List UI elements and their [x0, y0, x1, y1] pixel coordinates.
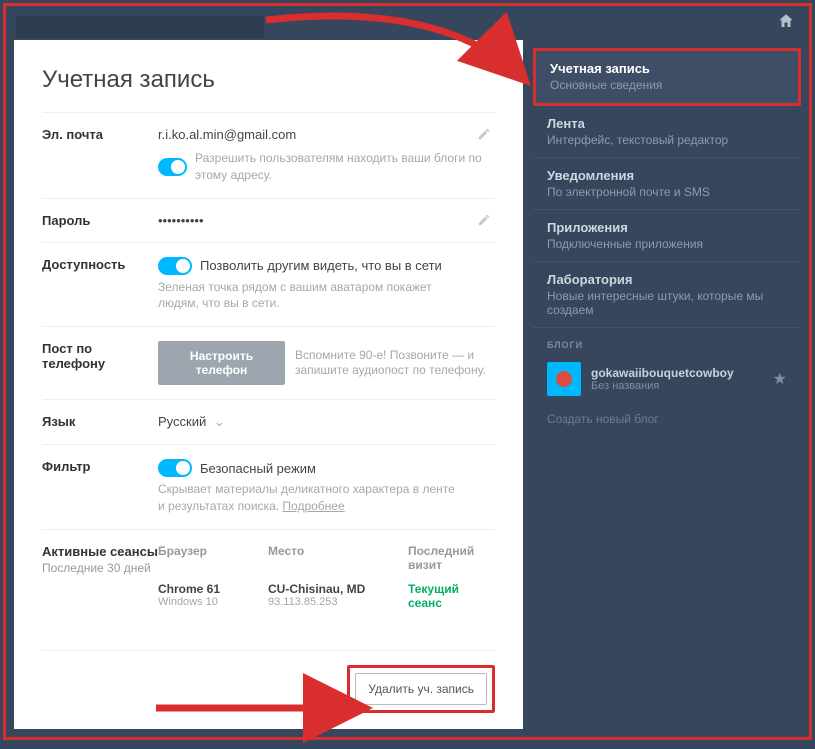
chevron-down-icon: ⌄ [214, 414, 225, 429]
session-ip: 93.113.85.253 [268, 596, 408, 608]
language-label: Язык [42, 414, 158, 430]
language-select[interactable]: Русский ⌄ [158, 414, 225, 429]
nav-labs-title: Лаборатория [547, 272, 787, 287]
sessions-sublabel: Последние 30 дней [42, 561, 158, 575]
filter-more-link[interactable]: Подробнее [282, 499, 344, 513]
nav-dashboard[interactable]: Лента Интерфейс, текстовый редактор [533, 106, 801, 158]
availability-hint: Зеленая точка рядом с вашим аватаром пок… [158, 279, 458, 313]
nav-account-desc: Основные сведения [550, 78, 784, 92]
create-blog-link[interactable]: Создать новый блог [533, 402, 801, 436]
phone-post-label: Пост по телефону [42, 341, 158, 385]
email-control: r.i.ko.al.min@gmail.com Разрешить пользо… [158, 127, 495, 184]
sessions-col-browser: Браузер [158, 544, 268, 572]
language-value: Русский [158, 414, 206, 429]
blog-subtitle: Без названия [591, 380, 734, 392]
blog-item[interactable]: gokawaiibouquetcowboy Без названия ★ [533, 356, 801, 402]
configure-phone-button[interactable]: Настроить телефон [158, 341, 285, 385]
delete-account-button[interactable]: Удалить уч. запись [355, 673, 487, 705]
email-value: r.i.ko.al.min@gmail.com [158, 127, 495, 142]
delete-highlight: Удалить уч. запись [347, 665, 495, 713]
edit-email-icon[interactable] [477, 127, 491, 141]
blogs-header: БЛОГИ [533, 328, 801, 356]
phone-post-hint: Вспомните 90-е! Позвоните — и запишите а… [295, 348, 495, 379]
row-language: Язык Русский ⌄ [42, 399, 495, 444]
session-last: Текущий сеанс [408, 582, 495, 610]
row-password: Пароль •••••••••• [42, 198, 495, 242]
session-place: CU-Chisinau, MD [268, 582, 408, 596]
email-toggle-hint: Разрешить пользователям находить ваши бл… [195, 150, 495, 184]
top-bar [6, 6, 809, 40]
filter-toggle-label: Безопасный режим [200, 461, 316, 476]
settings-sidebar: Учетная запись Основные сведения Лента И… [533, 40, 801, 729]
password-label: Пароль [42, 213, 158, 228]
sessions-label: Активные сеансы Последние 30 дней [42, 544, 158, 610]
star-icon[interactable]: ★ [773, 369, 787, 389]
sessions-col-last: Последний визит [408, 544, 495, 572]
session-browser: Chrome 61 [158, 582, 268, 596]
row-phone-post: Пост по телефону Настроить телефон Вспом… [42, 326, 495, 399]
nav-apps-title: Приложения [547, 220, 787, 235]
row-email: Эл. почта r.i.ko.al.min@gmail.com Разреш… [42, 112, 495, 198]
address-area [16, 16, 264, 38]
edit-password-icon[interactable] [477, 213, 491, 227]
settings-card: Учетная запись Эл. почта r.i.ko.al.min@g… [14, 40, 523, 729]
nav-apps[interactable]: Приложения Подключенные приложения [533, 210, 801, 262]
nav-account-title: Учетная запись [550, 61, 784, 76]
session-row: Chrome 61 Windows 10 CU-Chisinau, MD 93.… [158, 582, 495, 610]
availability-toggle-label: Позволить другим видеть, что вы в сети [200, 258, 442, 273]
email-label: Эл. почта [42, 127, 158, 184]
row-availability: Доступность Позволить другим видеть, что… [42, 242, 495, 327]
nav-dashboard-desc: Интерфейс, текстовый редактор [547, 133, 787, 147]
nav-account[interactable]: Учетная запись Основные сведения [536, 51, 798, 103]
email-discoverable-toggle[interactable] [158, 158, 187, 176]
nav-active-highlight: Учетная запись Основные сведения [533, 48, 801, 106]
nav-dashboard-title: Лента [547, 116, 787, 131]
session-os: Windows 10 [158, 596, 268, 608]
blog-name: gokawaiibouquetcowboy [591, 366, 734, 380]
nav-labs-desc: Новые интересные штуки, которые мы созда… [547, 289, 787, 317]
filter-hint: Скрывает материалы деликатного характера… [158, 481, 458, 515]
sessions-label-text: Активные сеансы [42, 544, 158, 559]
nav-labs[interactable]: Лаборатория Новые интересные штуки, кото… [533, 262, 801, 328]
row-sessions: Активные сеансы Последние 30 дней Браузе… [42, 529, 495, 624]
availability-label: Доступность [42, 257, 158, 313]
password-value: •••••••••• [158, 213, 495, 228]
nav-notifications-desc: По электронной почте и SMS [547, 185, 787, 199]
nav-notifications[interactable]: Уведомления По электронной почте и SMS [533, 158, 801, 210]
filter-label: Фильтр [42, 459, 158, 515]
safe-mode-toggle[interactable] [158, 459, 192, 477]
page-title: Учетная запись [42, 66, 495, 94]
sessions-col-place: Место [268, 544, 408, 572]
card-footer: Удалить уч. запись [42, 650, 495, 713]
nav-notifications-title: Уведомления [547, 168, 787, 183]
availability-toggle[interactable] [158, 257, 192, 275]
nav-apps-desc: Подключенные приложения [547, 237, 787, 251]
row-filter: Фильтр Безопасный режим Скрывает материа… [42, 444, 495, 529]
home-icon[interactable] [777, 12, 795, 30]
blog-avatar [547, 362, 581, 396]
